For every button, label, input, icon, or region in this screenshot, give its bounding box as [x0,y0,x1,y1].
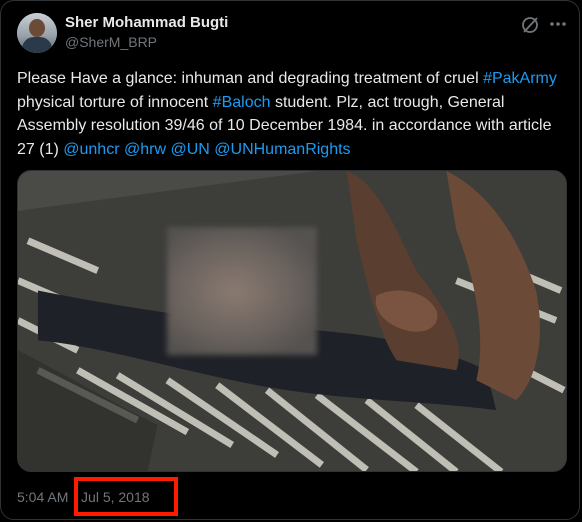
tweet-card: Sher Mohammad Bugti @SherM_BRP Please Ha… [0,0,580,520]
avatar-head [29,19,45,37]
avatar[interactable] [17,13,57,53]
avatar-body [22,37,52,53]
x-logo-icon[interactable] [520,15,540,35]
hashtag-pakarmy[interactable]: #PakArmy [483,70,557,87]
more-options-icon[interactable] [549,21,567,27]
date-highlight-box [74,477,178,516]
tweet-time: 5:04 AM [17,489,69,505]
author-name[interactable]: Sher Mohammad Bugti [65,14,228,31]
mention-un[interactable]: @UN [170,141,209,158]
mention-hrw[interactable]: @hrw [124,141,166,158]
video-media[interactable] [17,170,567,472]
mention-unhcr[interactable]: @unhcr [63,141,119,158]
mention-unhumanrights[interactable]: @UNHumanRights [214,141,350,158]
tweet-text-part-2: physical torture of innocent [17,93,213,111]
tweet-text: Please Have a glance: inhuman and degrad… [17,67,573,161]
author-handle[interactable]: @SherM_BRP [65,34,157,50]
blurred-face-region [167,227,317,355]
tweet-text-part-1: Please Have a glance: inhuman and degrad… [17,70,484,87]
hashtag-baloch[interactable]: #Baloch [213,94,271,111]
